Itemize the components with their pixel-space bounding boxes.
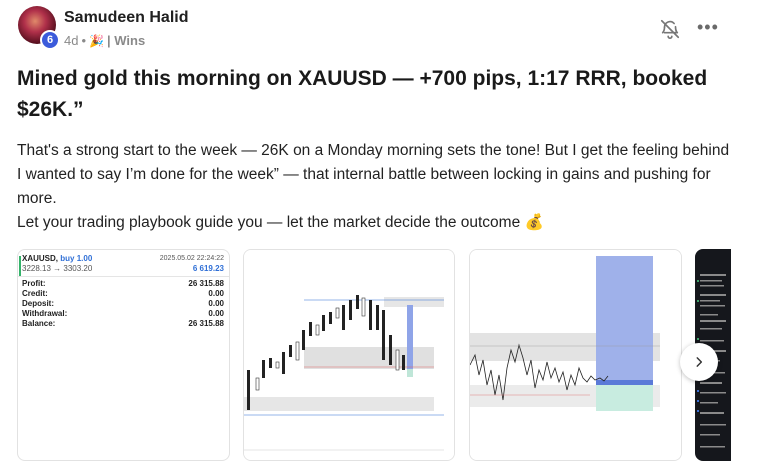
level-badge: 6 [40,30,60,50]
stat-value: 26 315.88 [188,279,224,288]
post-body-paragraph: Let your trading playbook guide you — le… [17,214,544,231]
trade-result: 6 619.23 [192,264,224,273]
line-chart-thumbnail [470,250,681,460]
attachment-image-chart[interactable] [243,249,455,461]
post-category[interactable]: | Wins [107,33,145,48]
post-body-paragraph: That's a strong start to the week — 26K … [17,142,730,207]
stat-label: Withdrawal: [22,309,68,318]
attachment-image-chart[interactable] [469,249,682,461]
trade-timestamp: 2025.05.02 22:24:22 [159,255,224,262]
trade-side: buy 1.00 [60,254,93,263]
post-body: That's a strong start to the week — 26K … [17,139,737,235]
stat-label: Balance: [22,319,56,328]
stat-value: 26 315.88 [188,319,224,328]
chevron-right-icon [696,357,703,367]
stat-value: 0.00 [208,299,224,308]
post-meta: 4d • 🎉 | Wins [64,33,145,48]
stat-label: Credit: [22,289,48,298]
trade-symbol: XAUUSD, [22,254,59,263]
stat-label: Deposit: [22,299,54,308]
stat-value: 0.00 [208,289,224,298]
meta-dot: • [81,33,87,48]
party-popper-icon: 🎉 [89,33,104,48]
carousel-next-button[interactable] [680,343,718,381]
stat-label: Profit: [22,279,46,288]
post-title: Mined gold this morning on XAUUSD — +700… [17,67,708,121]
bell-off-icon[interactable] [659,18,681,40]
candlestick-chart-thumbnail [244,250,454,460]
trade-prices: 3228.13 → 3303.20 [22,264,93,273]
trade-indicator-bar [19,256,21,276]
attachment-image-statement[interactable]: XAUUSD, buy 1.00 2025.05.02 22:24:22 322… [17,249,230,461]
author-name[interactable]: Samudeen Halid [64,9,188,27]
more-horizontal-icon[interactable]: ••• [697,17,719,38]
stat-value: 0.00 [208,309,224,318]
post-age: 4d [64,33,79,48]
